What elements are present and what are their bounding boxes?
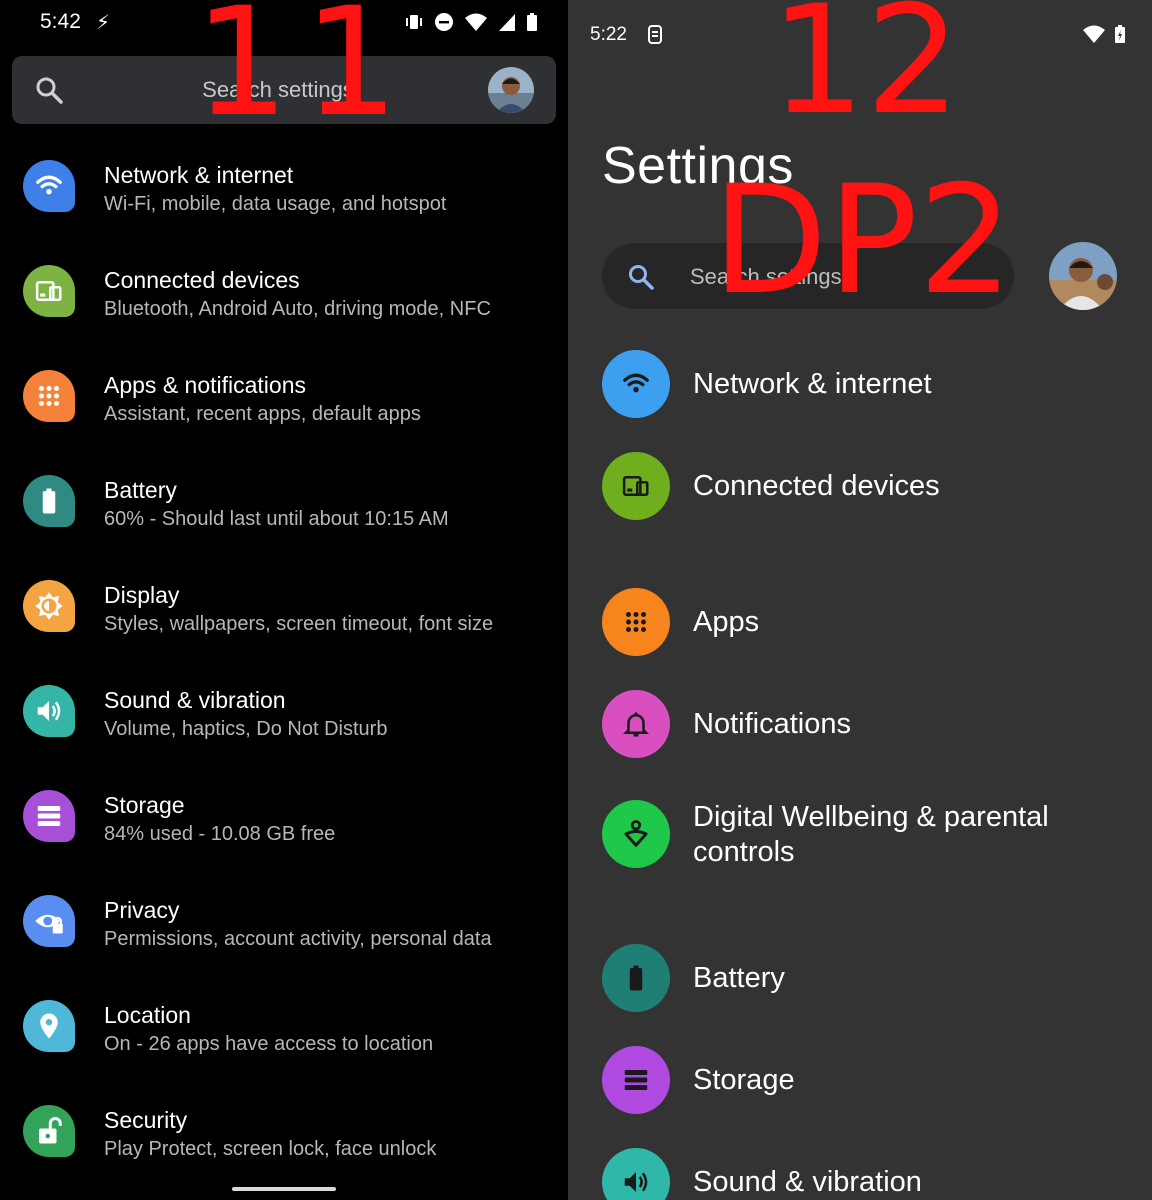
settings-item-title: Location (104, 1002, 191, 1028)
status-time: 5:42 (40, 10, 81, 33)
android-12-settings-pane: 5:22 Settings Search settings Network & … (568, 0, 1152, 1200)
android-11-settings-pane: 5:42 ⚡ Search settings Network & interne… (0, 0, 568, 1200)
settings-item-title: Network & internet (693, 368, 932, 400)
avatar[interactable] (488, 67, 534, 113)
search-placeholder: Search settings (690, 264, 842, 289)
battery-icon (602, 944, 670, 1012)
settings-item-subtitle: Volume, haptics, Do Not Disturb (104, 718, 388, 740)
search-bar[interactable]: Search settings (12, 56, 556, 124)
sim-icon (648, 25, 662, 44)
devices-icon (602, 452, 670, 520)
settings-item-title: Apps (693, 606, 760, 638)
bell-icon (602, 690, 670, 758)
status-time: 5:22 (590, 24, 627, 45)
settings-item-subtitle: Play Protect, screen lock, face unlock (104, 1138, 437, 1160)
settings-item-title: Connected devices (104, 267, 300, 293)
settings-item-title: Sound & vibration (104, 687, 286, 713)
wifi-icon (602, 350, 670, 418)
privacy-eye-icon (23, 895, 75, 947)
storage-icon (23, 790, 75, 842)
search-icon (629, 265, 654, 290)
settings-list: Network & internet Wi-Fi, mobile, data us… (0, 138, 568, 1188)
dnd-icon (435, 13, 453, 31)
location-pin-icon (23, 1000, 75, 1052)
settings-item-title: Display (104, 582, 180, 608)
wifi-status-icon (465, 13, 487, 31)
settings-item-subtitle: Assistant, recent apps, default apps (104, 403, 421, 425)
battery-icon (23, 475, 75, 527)
settings-item-title: Battery (693, 962, 785, 994)
settings-item[interactable]: Apps & notifications Assistant, recent ap… (0, 348, 568, 453)
settings-item-title: Connected devices (693, 470, 940, 502)
status-icons (1082, 24, 1126, 44)
settings-item[interactable]: Storage 84% used - 10.08 GB free (0, 768, 568, 873)
status-icons (404, 12, 538, 32)
settings-item-title: Network & internet (104, 162, 294, 188)
battery-charging-icon (1115, 25, 1125, 43)
apps-grid-icon (602, 588, 670, 656)
wellbeing-icon (602, 800, 670, 868)
settings-item-subtitle: On - 26 apps have access to location (104, 1033, 434, 1055)
settings-item-subtitle: Wi-Fi, mobile, data usage, and hotspot (104, 193, 447, 215)
vibrate-icon (406, 15, 422, 29)
settings-item[interactable]: Location On - 26 apps have access to loca… (0, 978, 568, 1083)
brightness-icon (23, 580, 75, 632)
wifi-status-icon (1083, 25, 1105, 43)
search-bar[interactable]: Search settings (602, 243, 1014, 309)
settings-item-subtitle: 60% - Should last until about 10:15 AM (104, 508, 449, 530)
apps-grid-icon (23, 370, 75, 422)
settings-item-title: Digital Wellbeing & parental controls (693, 801, 1049, 868)
settings-item[interactable]: Security Play Protect, screen lock, face … (0, 1083, 568, 1188)
settings-item[interactable]: Privacy Permissions, account activity, pe… (0, 873, 568, 978)
settings-item-title: Storage (693, 1064, 795, 1096)
settings-item-title: Storage (104, 792, 185, 818)
settings-item[interactable]: Connected devices Bluetooth, Android Auto… (0, 243, 568, 348)
storage-icon (602, 1046, 670, 1114)
flash-icon: ⚡ (96, 12, 111, 34)
volume-icon (602, 1148, 670, 1200)
settings-item[interactable]: Display Styles, wallpapers, screen timeou… (0, 558, 568, 663)
status-bar: 5:42 ⚡ (0, 0, 568, 48)
lock-open-icon (23, 1105, 75, 1157)
volume-icon (23, 685, 75, 737)
search-placeholder: Search settings (202, 77, 354, 102)
settings-item[interactable]: Sound & vibration Volume, haptics, Do Not… (0, 663, 568, 768)
cell-signal-icon (499, 14, 515, 31)
settings-item[interactable]: Network & internet Wi-Fi, mobile, data us… (0, 138, 568, 243)
settings-item-subtitle: 84% used - 10.08 GB free (104, 823, 336, 845)
settings-item-subtitle: Permissions, account activity, personal … (104, 928, 492, 950)
avatar[interactable] (1049, 242, 1117, 310)
settings-item-title: Security (104, 1107, 188, 1133)
settings-item-title: Apps & notifications (104, 372, 307, 398)
gesture-nav-bar[interactable] (232, 1187, 336, 1191)
settings-item-title: Notifications (693, 708, 851, 740)
wifi-icon (23, 160, 75, 212)
settings-item-subtitle: Bluetooth, Android Auto, driving mode, N… (104, 298, 491, 320)
devices-icon (23, 265, 75, 317)
page-title: Settings (602, 137, 794, 195)
settings-item-subtitle: Styles, wallpapers, screen timeout, font… (104, 613, 494, 635)
settings-item-title: Privacy (104, 897, 180, 923)
settings-item[interactable]: Battery 60% - Should last until about 10:… (0, 453, 568, 558)
settings-item-title: Battery (104, 477, 177, 503)
settings-item-title: Sound & vibration (693, 1166, 922, 1198)
battery-status-icon (527, 13, 537, 31)
